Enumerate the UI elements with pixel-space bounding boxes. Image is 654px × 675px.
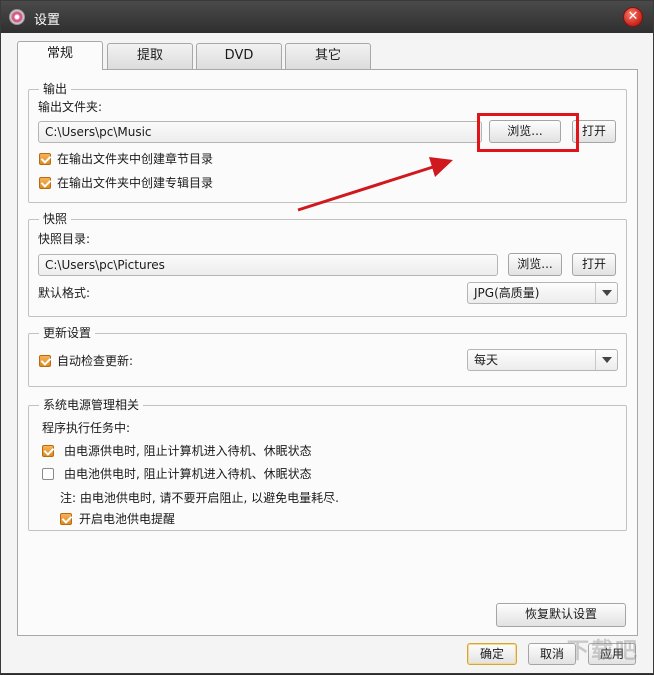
settings-window: 设置 ✕ 常规 提取 DVD 其它 输出 输出文件夹: C:\Users\pc\… [0,0,654,674]
tab-general[interactable]: 常规 [17,41,103,70]
watermark-logo: 下载吧 [566,639,639,664]
annotation-arrow [297,157,453,212]
